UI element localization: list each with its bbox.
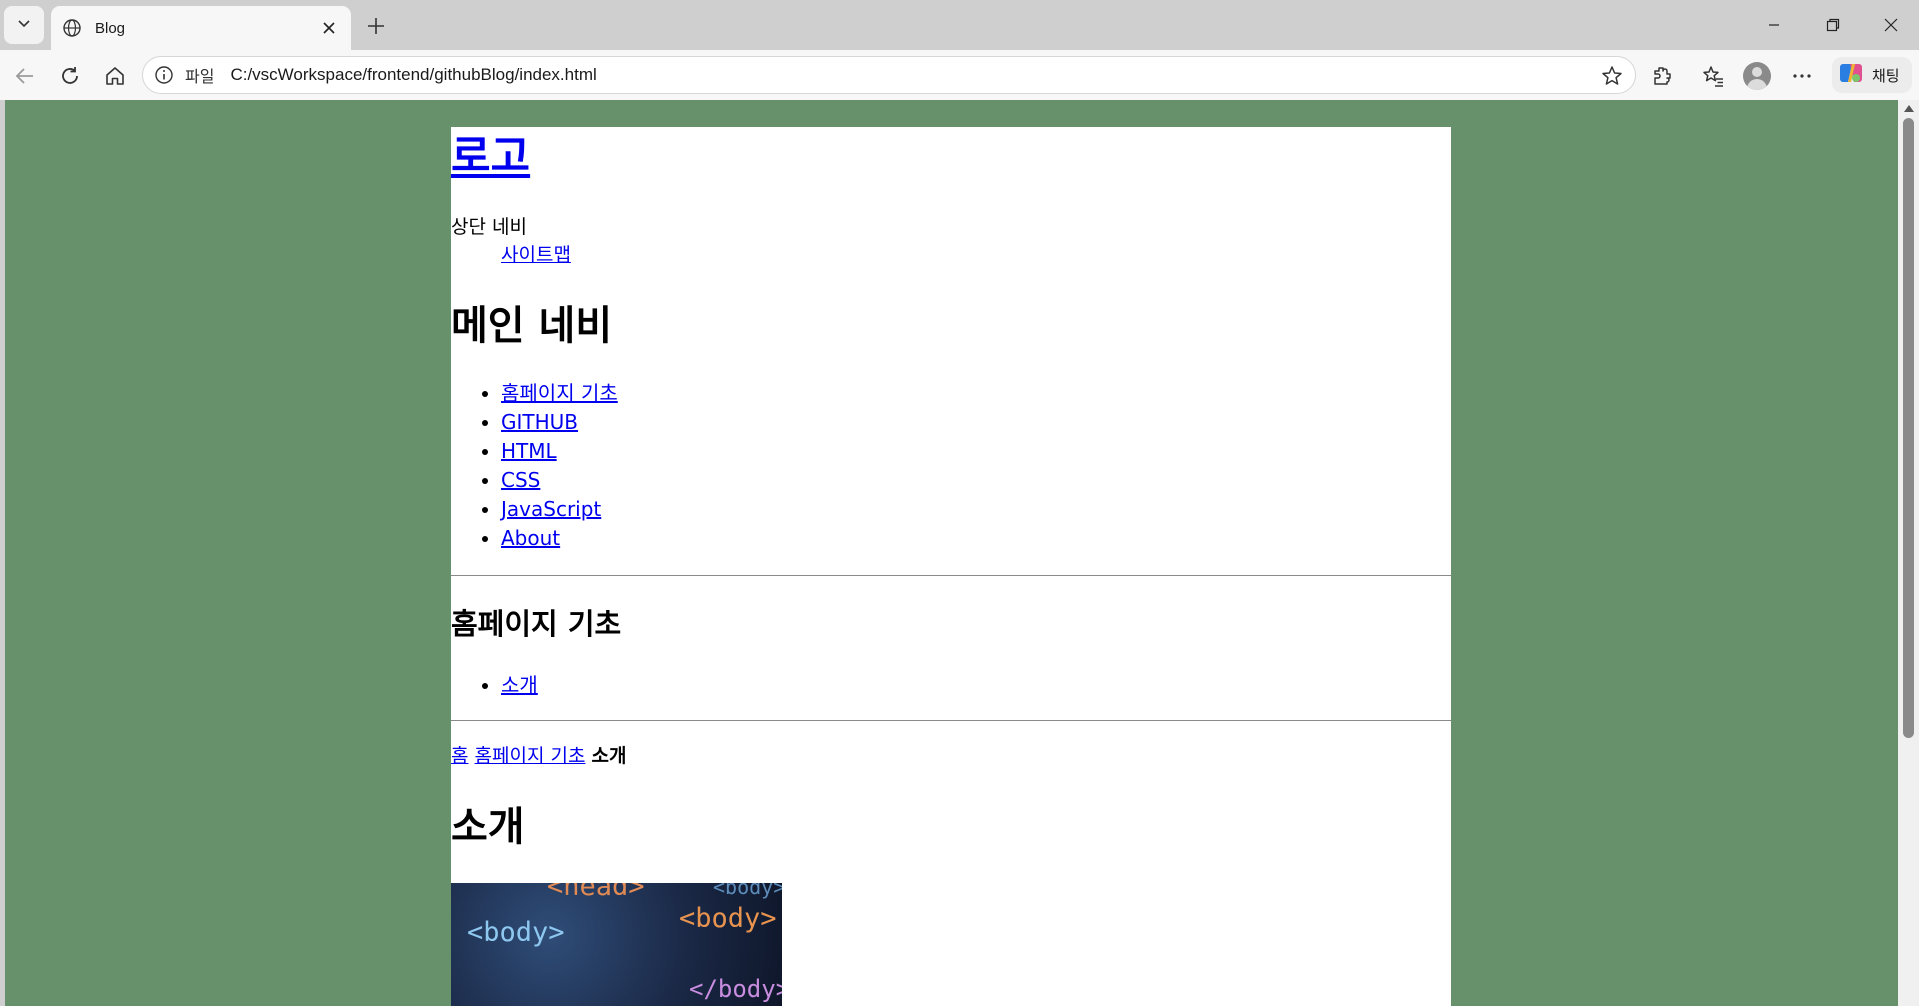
image-code-text: <body> xyxy=(713,883,782,899)
restore-button[interactable] xyxy=(1810,8,1856,42)
vertical-scrollbar[interactable] xyxy=(1898,100,1919,1006)
globe-icon xyxy=(61,17,83,39)
active-tab[interactable]: Blog xyxy=(51,6,351,50)
nav-link-about[interactable]: About xyxy=(501,526,560,550)
breadcrumb-home-link[interactable]: 홈 xyxy=(451,745,468,767)
profile-avatar[interactable] xyxy=(1743,62,1771,90)
top-nav-label: 상단 네비 xyxy=(451,216,527,238)
nav-link-javascript[interactable]: JavaScript xyxy=(501,497,601,521)
close-icon[interactable] xyxy=(317,16,341,40)
section-heading: 홈페이지 기초 xyxy=(451,607,622,641)
divider xyxy=(451,720,1451,721)
refresh-icon[interactable] xyxy=(56,62,84,90)
copilot-chat-button[interactable]: 채팅 xyxy=(1832,57,1912,93)
article-code-image: <head> <body> <body> <body> </body> xyxy=(451,883,782,1006)
main-nav-item: CSS xyxy=(501,466,618,495)
chevron-down-icon xyxy=(16,15,32,36)
back-arrow-icon[interactable] xyxy=(11,62,39,90)
main-nav-heading: 메인 네비 xyxy=(451,303,613,349)
info-icon[interactable] xyxy=(153,64,175,86)
nav-link-html[interactable]: HTML xyxy=(501,439,557,463)
breadcrumb-parent-link[interactable]: 홈페이지 기초 xyxy=(475,745,586,767)
home-icon[interactable] xyxy=(101,62,129,90)
favorite-star-icon[interactable] xyxy=(1599,63,1625,89)
section-link-intro[interactable]: 소개 xyxy=(501,673,538,697)
scroll-up-arrow-icon[interactable] xyxy=(1904,105,1914,112)
close-window-button[interactable] xyxy=(1868,8,1914,42)
browser-toolbar: 파일 C:/vscWorkspace/frontend/githubBlog/i… xyxy=(0,50,1919,100)
page-viewport: 로고 상단 네비 사이트맵 메인 네비 홈페이지 기초 GITHUB HTML … xyxy=(5,100,1898,1006)
divider xyxy=(451,575,1451,576)
section-nav-list: 소개 xyxy=(451,671,538,700)
page-container: 로고 상단 네비 사이트맵 메인 네비 홈페이지 기초 GITHUB HTML … xyxy=(451,127,1451,1006)
nav-link-homepage-basics[interactable]: 홈페이지 기초 xyxy=(501,381,618,405)
main-nav-item: GITHUB xyxy=(501,408,618,437)
breadcrumb-current: 소개 xyxy=(591,745,627,767)
copilot-chat-label: 채팅 xyxy=(1872,66,1900,85)
logo-link[interactable]: 로고 xyxy=(451,131,530,183)
main-nav-item: About xyxy=(501,524,618,553)
nav-link-github[interactable]: GITHUB xyxy=(501,410,578,434)
main-nav-list: 홈페이지 기초 GITHUB HTML CSS JavaScript About xyxy=(451,379,618,553)
tab-actions-menu-button[interactable] xyxy=(4,6,44,44)
address-bar[interactable]: 파일 C:/vscWorkspace/frontend/githubBlog/i… xyxy=(142,56,1636,94)
favorites-icon[interactable] xyxy=(1699,62,1727,90)
copilot-icon xyxy=(1838,60,1864,91)
section-nav-item: 소개 xyxy=(501,671,538,700)
image-code-text: <body> xyxy=(467,917,565,948)
image-code-text: <head> xyxy=(547,883,645,902)
image-code-text: <body> xyxy=(679,903,777,934)
image-code-text: </body> xyxy=(689,975,782,1003)
article-title: 소개 xyxy=(451,804,525,850)
address-url[interactable]: C:/vscWorkspace/frontend/githubBlog/inde… xyxy=(230,65,596,85)
minimize-button[interactable] xyxy=(1751,8,1797,42)
address-scheme-label: 파일 xyxy=(185,67,215,86)
main-nav-item: HTML xyxy=(501,437,618,466)
main-nav-item: JavaScript xyxy=(501,495,618,524)
tab-title: Blog xyxy=(95,19,126,37)
scrollbar-thumb[interactable] xyxy=(1903,118,1914,738)
tab-bar: Blog xyxy=(0,0,1919,50)
sitemap-link[interactable]: 사이트맵 xyxy=(501,243,571,267)
main-nav-item: 홈페이지 기초 xyxy=(501,379,618,408)
new-tab-button[interactable] xyxy=(362,12,390,40)
nav-link-css[interactable]: CSS xyxy=(501,468,540,492)
extensions-icon[interactable] xyxy=(1648,62,1676,90)
breadcrumb: 홈 홈페이지 기초 소개 xyxy=(451,743,626,769)
more-options-icon[interactable] xyxy=(1788,62,1816,90)
